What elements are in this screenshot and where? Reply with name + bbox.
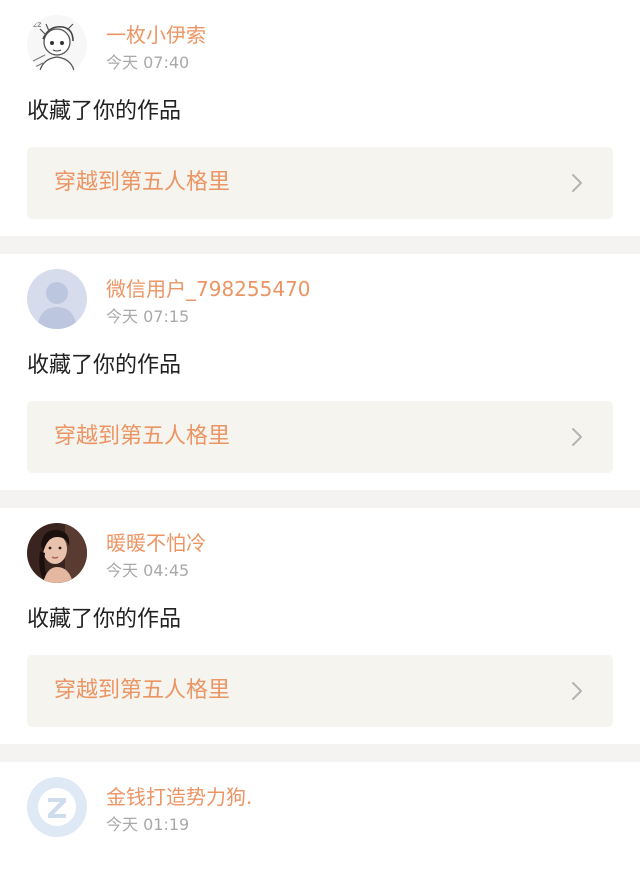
avatar[interactable] [27,777,87,837]
timestamp: 今天 07:40 [106,53,190,72]
chevron-right-icon [572,682,582,700]
notification-header: 金钱打造势力狗. 今天 01:19 [27,762,613,852]
svg-text:zz: zz [33,20,41,29]
notification-header: 微信用户_798255470 今天 07:15 [27,254,613,344]
avatar[interactable] [27,269,87,329]
work-link[interactable]: 穿越到第五人格里 [27,655,613,727]
username[interactable]: 金钱打造势力狗. [106,784,252,810]
action-text: 收藏了你的作品 [27,353,182,378]
sketch-avatar-icon: zz [27,15,87,75]
notification-item: zz 一枚小伊索 今天 07:40 收藏了你的作品 穿越到第五人格里 [0,0,640,236]
timestamp: 今天 04:45 [106,561,190,580]
work-link[interactable]: 穿越到第五人格里 [27,147,613,219]
notification-item: 金钱打造势力狗. 今天 01:19 [0,762,640,876]
separator [0,236,640,254]
work-link[interactable]: 穿越到第五人格里 [27,401,613,473]
notification-header: 暖暖不怕冷 今天 04:45 [27,508,613,598]
notification-list: zz 一枚小伊索 今天 07:40 收藏了你的作品 穿越到第五人格里 微信用户_… [0,0,640,876]
username[interactable]: 暖暖不怕冷 [106,530,206,556]
username[interactable]: 微信用户_798255470 [106,276,311,302]
avatar[interactable]: zz [27,15,87,75]
qq-avatar-icon [27,777,87,837]
username[interactable]: 一枚小伊索 [106,22,206,48]
notification-header: zz 一枚小伊索 今天 07:40 [27,0,613,90]
avatar[interactable] [27,523,87,583]
notification-item: 暖暖不怕冷 今天 04:45 收藏了你的作品 穿越到第五人格里 [0,508,640,744]
timestamp: 今天 07:15 [106,307,190,326]
action-text: 收藏了你的作品 [27,99,182,124]
notification-item: 微信用户_798255470 今天 07:15 收藏了你的作品 穿越到第五人格里 [0,254,640,490]
separator [0,490,640,508]
work-title: 穿越到第五人格里 [54,678,231,703]
timestamp: 今天 01:19 [106,815,190,834]
photo-avatar-icon [27,523,87,583]
chevron-right-icon [572,174,582,192]
action-text: 收藏了你的作品 [27,607,182,632]
default-user-avatar-icon [27,269,87,329]
chevron-right-icon [572,428,582,446]
separator [0,744,640,762]
work-title: 穿越到第五人格里 [54,170,231,195]
work-title: 穿越到第五人格里 [54,424,231,449]
